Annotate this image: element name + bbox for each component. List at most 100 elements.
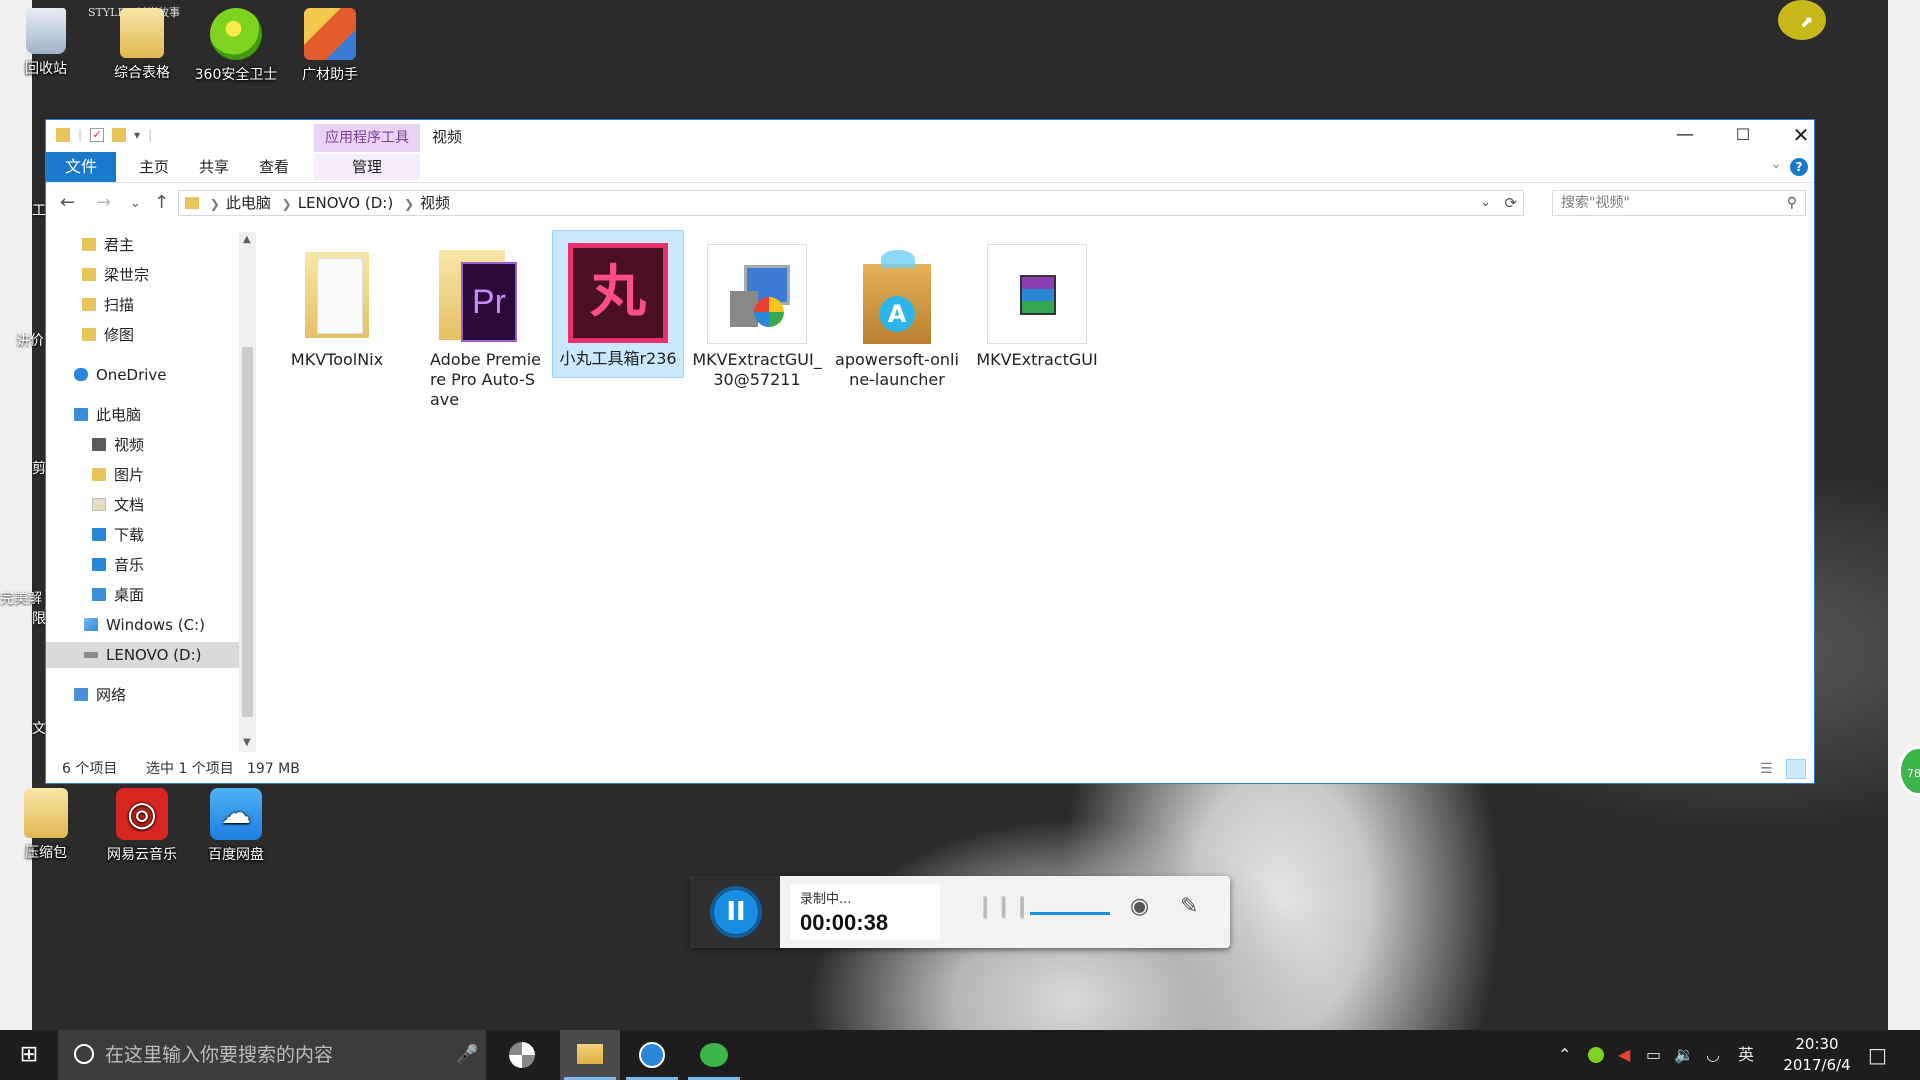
close-button[interactable]: ✕ [1772, 120, 1830, 152]
nav-item-documents[interactable]: 文档 [92, 492, 144, 518]
file-explorer-window[interactable]: | ✓ ▾ | 应用程序工具 视频 — ☐ ✕ 文件 主页 共享 查看 管理 ⌄… [45, 119, 1815, 784]
nav-item-label: 梁世宗 [104, 266, 150, 284]
file-item-mkvextractgui-installer[interactable]: MKVExtractGUI_30@57211 [692, 232, 822, 390]
breadcrumb-separator-icon[interactable]: ❯ [210, 197, 220, 211]
address-history-chevron-icon[interactable]: ⌄ [1480, 191, 1491, 215]
nav-item-network[interactable]: 网络 [74, 682, 126, 708]
breadcrumb-videos[interactable]: 视频 [420, 194, 450, 212]
recent-locations-chevron-icon[interactable]: ⌄ [130, 196, 141, 211]
rar-books [1020, 275, 1056, 315]
nav-item-scan[interactable]: 扫描 [82, 292, 134, 318]
nav-item-windows-c[interactable]: Windows (C:) [84, 612, 205, 638]
forward-arrow-icon[interactable]: → [96, 192, 111, 213]
nav-item-label: 网络 [96, 686, 127, 704]
recorder-control-area: II [690, 876, 780, 948]
scrollbar-thumb[interactable] [242, 347, 253, 717]
show-hidden-icons-chevron-icon[interactable]: ⌃ [1558, 1030, 1571, 1080]
microphone-icon[interactable]: 🎤 [456, 1030, 478, 1080]
breadcrumb-drive[interactable]: LENOVO (D:) [298, 194, 393, 212]
webcam-icon[interactable]: ◉ [1130, 894, 1149, 919]
desktop-icon-recycle-bin[interactable]: 回收站 [0, 8, 92, 78]
file-item-premiere-auto-save[interactable]: Pr Adobe Premiere Pro Auto-Save [412, 232, 542, 410]
nav-pane-scrollbar[interactable]: ▲ ▼ [239, 232, 256, 752]
recording-status-panel: 录制中... 00:00:38 [790, 884, 940, 940]
nav-item-downloads[interactable]: 下载 [92, 522, 144, 548]
file-item-xiaowan-toolbox[interactable]: 丸 小丸工具箱r236 [552, 230, 684, 378]
tab-home[interactable]: 主页 [126, 154, 182, 180]
nav-item-junzhu[interactable]: 君主 [82, 232, 134, 258]
nav-item-label: 图片 [114, 466, 145, 484]
nav-item-music[interactable]: 音乐 [92, 552, 144, 578]
folder-icon [56, 128, 70, 142]
file-item-mkvtoolnix[interactable]: MKVToolNix [272, 232, 402, 370]
large-icons-view-icon[interactable] [1786, 759, 1806, 779]
guangcai-assistant-icon [304, 8, 356, 60]
volume-slider[interactable] [1030, 912, 1110, 915]
taskbar: ⊞ 在这里输入你要搜索的内容 🎤 ⌃ ◀ ▭ 🔉 ◡ 英 20:30 2017/… [0, 1030, 1920, 1080]
taskbar-clock[interactable]: 20:30 2017/6/4 [1775, 1034, 1859, 1076]
desktop-icon-netease-music[interactable]: ◎ 网易云音乐 [96, 788, 188, 864]
maximize-button[interactable]: ☐ [1714, 120, 1772, 152]
breadcrumb-separator-icon[interactable]: ❯ [282, 197, 292, 211]
breadcrumb-separator-icon[interactable]: ❯ [404, 197, 414, 211]
breadcrumb-this-pc[interactable]: 此电脑 [226, 194, 271, 212]
clipped-desktop-label: 完美解 [0, 591, 42, 607]
audio-level-icon[interactable]: ❙❙❙ [976, 894, 1031, 919]
new-folder-icon[interactable] [112, 128, 127, 142]
properties-icon[interactable]: ✓ [90, 128, 105, 142]
desktop-icon-guangcai-assistant[interactable]: 广材助手 [284, 8, 376, 84]
desktop-icon-baidu-netdisk[interactable]: ☁ 百度网盘 [190, 788, 282, 864]
taskbar-app-file-explorer[interactable] [560, 1030, 620, 1080]
file-item-mkvextractgui-archive[interactable]: MKVExtractGUI [972, 232, 1102, 370]
desktop-icon-360-safe[interactable]: 360安全卫士 [190, 8, 282, 84]
wifi-icon[interactable]: ◡ [1706, 1030, 1720, 1080]
tab-view[interactable]: 查看 [246, 154, 302, 180]
title-bar[interactable]: | ✓ ▾ | 应用程序工具 视频 — ☐ ✕ [46, 120, 1814, 152]
taskbar-app-wechat[interactable] [684, 1030, 744, 1080]
up-arrow-icon[interactable]: ↑ [154, 192, 169, 213]
red-tray-app-icon[interactable]: ◀ [1618, 1030, 1630, 1080]
refresh-icon[interactable]: ⟳ [1504, 191, 1517, 215]
help-icon[interactable]: ? [1790, 158, 1808, 176]
search-input[interactable]: 搜索"视频" ⚲ [1552, 190, 1806, 216]
screen-recorder-toolbar[interactable]: II 录制中... 00:00:38 ❙❙❙ ◉ ✎ [690, 876, 1230, 948]
search-icon[interactable]: ⚲ [1787, 191, 1797, 215]
nav-item-liangshizong[interactable]: 梁世宗 [82, 262, 149, 288]
desktop-icon-zip-folder[interactable]: 压缩包 [0, 788, 92, 862]
details-view-icon[interactable]: ☰ [1760, 755, 1773, 783]
pause-recording-button[interactable]: II [710, 886, 762, 938]
minimize-button[interactable]: — [1656, 120, 1714, 152]
volume-icon[interactable]: 🔉 [1674, 1030, 1694, 1080]
input-method-indicator[interactable]: 英 [1738, 1030, 1754, 1080]
nav-item-retouch[interactable]: 修图 [82, 322, 134, 348]
action-center-icon[interactable]: □ [1868, 1030, 1887, 1080]
tab-file[interactable]: 文件 [46, 152, 116, 182]
tab-manage[interactable]: 管理 [314, 154, 420, 180]
360-safe-icon [210, 8, 262, 60]
nav-item-this-pc[interactable]: 此电脑 [74, 402, 141, 428]
customize-toolbar-icon[interactable]: ▾ [134, 128, 140, 142]
premiere-badge: Pr [461, 262, 517, 342]
taskbar-app-sogou[interactable] [622, 1030, 682, 1080]
nav-item-onedrive[interactable]: OneDrive [74, 362, 167, 388]
pen-annotate-icon[interactable]: ✎ [1180, 894, 1198, 919]
documents-folder-icon [92, 498, 106, 511]
file-item-apowersoft-launcher[interactable]: A apowersoft-online-launcher [832, 232, 962, 390]
address-bar[interactable]: ❯ 此电脑 ❯ LENOVO (D:) ❯ 视频 ⌄ ⟳ [178, 190, 1524, 216]
taskbar-search-box[interactable]: 在这里输入你要搜索的内容 🎤 [58, 1030, 486, 1080]
taskbar-app-pinwheel[interactable] [492, 1030, 552, 1080]
expand-ribbon-chevron-icon[interactable]: ⌄ [1770, 156, 1782, 172]
360-tray-icon[interactable] [1588, 1047, 1604, 1063]
battery-icon[interactable]: ▭ [1646, 1030, 1661, 1080]
tab-share[interactable]: 共享 [186, 154, 242, 180]
scroll-up-arrow-icon[interactable]: ▲ [243, 234, 251, 245]
nav-item-videos[interactable]: 视频 [92, 432, 144, 458]
windows-start-icon[interactable]: ⊞ [0, 1030, 58, 1080]
desktop-icon-spreadsheet-folder[interactable]: 综合表格 [96, 8, 188, 82]
nav-item-pictures[interactable]: 图片 [92, 462, 144, 488]
back-arrow-icon[interactable]: ← [60, 192, 75, 213]
nav-item-desktop[interactable]: 桌面 [92, 582, 144, 608]
window-title: 视频 [432, 128, 463, 146]
scroll-down-arrow-icon[interactable]: ▼ [243, 737, 251, 748]
nav-item-lenovo-d[interactable]: LENOVO (D:) [46, 642, 239, 668]
